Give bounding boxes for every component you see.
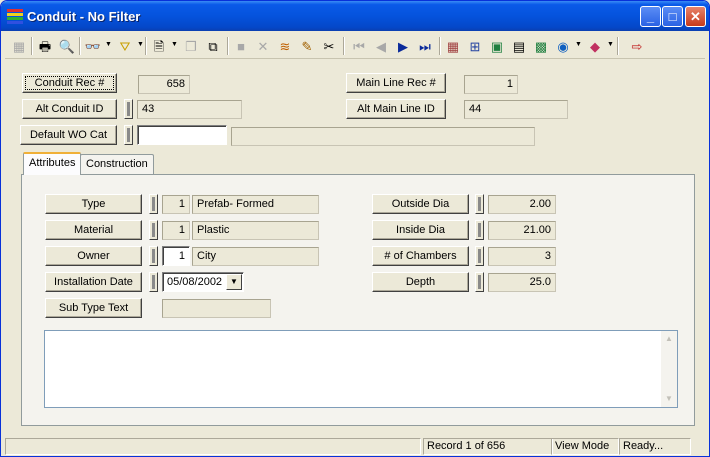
status-mode: View Mode [551, 438, 619, 455]
installation-date-combo[interactable]: 05/08/2002 ▼ [162, 272, 244, 292]
default-wo-grip-icon[interactable] [124, 125, 133, 145]
globe-icon[interactable]: ◉ [553, 36, 573, 56]
conduit-rec-value: 658 [138, 75, 190, 94]
last-record-icon[interactable]: ⏭ [415, 36, 435, 56]
type-desc: Prefab- Formed [192, 195, 319, 214]
print-preview-icon[interactable]: 🔍 [57, 36, 77, 56]
outside-dia-button[interactable]: Outside Dia [372, 194, 469, 214]
scissors-icon[interactable]: ✂ [319, 36, 339, 56]
copy-record-icon[interactable]: ❐ [181, 36, 201, 56]
chevron-down-icon[interactable]: ▼ [575, 41, 582, 51]
close-button[interactable]: ✕ [685, 6, 706, 27]
binoculars-icon[interactable]: 👓 [83, 36, 103, 56]
minimize-button[interactable]: _ [640, 6, 661, 27]
outside-dia-value: 2.00 [488, 195, 556, 214]
owner-code-input[interactable]: 1 [162, 246, 190, 266]
tab-attributes[interactable]: Attributes [23, 152, 82, 175]
installation-date-button[interactable]: Installation Date [45, 272, 142, 292]
maximize-button[interactable]: □ [662, 6, 683, 27]
inside-dia-button[interactable]: Inside Dia [372, 220, 469, 240]
map-icon[interactable]: ▩ [531, 36, 551, 56]
save-icon[interactable]: ■ [231, 36, 251, 56]
tree-icon[interactable]: ⊞ [465, 36, 485, 56]
chevron-down-icon[interactable]: ▼ [171, 41, 178, 51]
material-grip-icon[interactable] [149, 220, 158, 240]
status-message [5, 438, 421, 455]
material-desc: Plastic [192, 221, 319, 240]
alt-main-line-id-value: 44 [464, 100, 568, 119]
chevron-down-icon[interactable]: ▼ [607, 41, 614, 51]
title-bar: Conduit - No Filter _ □ ✕ [1, 1, 709, 31]
main-line-rec-button[interactable]: Main Line Rec # [346, 73, 446, 93]
default-wo-cat-button[interactable]: Default WO Cat [20, 125, 117, 145]
tab-construction[interactable]: Construction [80, 154, 154, 174]
toolbar: ▦ 🖶 🔍 👓 ▼ ⛛ ▼ 🗎 ▼ ❐ ⧉ ■ ✕ ≋ ✎ ✂ ⏮ ◀ ▶ ⏭ … [5, 33, 705, 59]
type-grip-icon[interactable] [149, 194, 158, 214]
installation-date-value: 05/08/2002 [167, 276, 223, 288]
type-code: 1 [162, 195, 190, 214]
alt-conduit-id-value: 43 [137, 100, 242, 119]
scroll-up-icon[interactable]: ▲ [661, 331, 677, 347]
prev-record-icon[interactable]: ◀ [371, 36, 391, 56]
status-state: Ready... [619, 438, 691, 455]
chevron-down-icon[interactable]: ▼ [105, 41, 112, 51]
next-record-icon[interactable]: ▶ [393, 36, 413, 56]
depth-button[interactable]: Depth [372, 272, 469, 292]
status-bar: Record 1 of 656 View Mode Ready... [5, 436, 707, 456]
default-wo-cat-desc [231, 127, 535, 146]
book-icon[interactable]: ◆ [585, 36, 605, 56]
app-icon [7, 9, 23, 24]
inside-dia-value: 21.00 [488, 221, 556, 240]
sub-type-text-value [162, 299, 271, 318]
owner-desc: City [192, 247, 319, 266]
image-icon[interactable]: ▣ [487, 36, 507, 56]
scroll-down-icon[interactable]: ▼ [661, 391, 677, 407]
alt-conduit-id-button[interactable]: Alt Conduit ID [22, 99, 117, 119]
chambers-value: 3 [488, 247, 556, 266]
installation-date-grip-icon[interactable] [149, 272, 158, 292]
table-icon[interactable]: ▦ [9, 36, 29, 56]
default-wo-cat-input[interactable] [137, 125, 227, 145]
alt-main-line-id-button[interactable]: Alt Main Line ID [346, 99, 446, 119]
conduit-rec-button[interactable]: Conduit Rec # [22, 73, 117, 93]
chambers-grip-icon[interactable] [475, 246, 484, 266]
material-button[interactable]: Material [45, 220, 142, 240]
depth-value: 25.0 [488, 273, 556, 292]
conduit-window: Conduit - No Filter _ □ ✕ ▦ 🖶 🔍 👓 ▼ ⛛ ▼ … [0, 0, 710, 457]
duplicate-icon[interactable]: ⧉ [203, 36, 223, 56]
status-record: Record 1 of 656 [423, 438, 553, 455]
stack-icon[interactable]: ≋ [275, 36, 295, 56]
calculator-icon[interactable]: ▤ [509, 36, 529, 56]
memo-scrollbar[interactable]: ▲ ▼ [661, 331, 677, 407]
type-button[interactable]: Type [45, 194, 142, 214]
outside-dia-grip-icon[interactable] [475, 194, 484, 214]
chevron-down-icon[interactable]: ▼ [137, 41, 144, 51]
delete-icon[interactable]: ✕ [253, 36, 273, 56]
filter-icon[interactable]: ⛛ [115, 36, 135, 56]
exit-icon[interactable]: ⇨ [627, 36, 647, 56]
owner-button[interactable]: Owner [45, 246, 142, 266]
chambers-button[interactable]: # of Chambers [372, 246, 469, 266]
depth-grip-icon[interactable] [475, 272, 484, 292]
grid-icon[interactable]: ▦ [443, 36, 463, 56]
chevron-down-icon[interactable]: ▼ [226, 274, 242, 290]
material-code: 1 [162, 221, 190, 240]
main-line-rec-value: 1 [464, 75, 518, 94]
sub-type-text-button[interactable]: Sub Type Text [45, 298, 142, 318]
window-title: Conduit - No Filter [27, 9, 141, 24]
print-icon[interactable]: 🖶 [35, 36, 55, 56]
pencil-icon[interactable]: ✎ [297, 36, 317, 56]
first-record-icon[interactable]: ⏮ [349, 36, 369, 56]
notes-memo[interactable]: ▲ ▼ [44, 330, 678, 408]
form-icon[interactable]: 🗎 [149, 36, 169, 56]
attributes-panel: Type 1 Prefab- Formed Material 1 Plastic… [21, 174, 695, 426]
owner-grip-icon[interactable] [149, 246, 158, 266]
inside-dia-grip-icon[interactable] [475, 220, 484, 240]
alt-conduit-grip-icon[interactable] [124, 99, 133, 119]
